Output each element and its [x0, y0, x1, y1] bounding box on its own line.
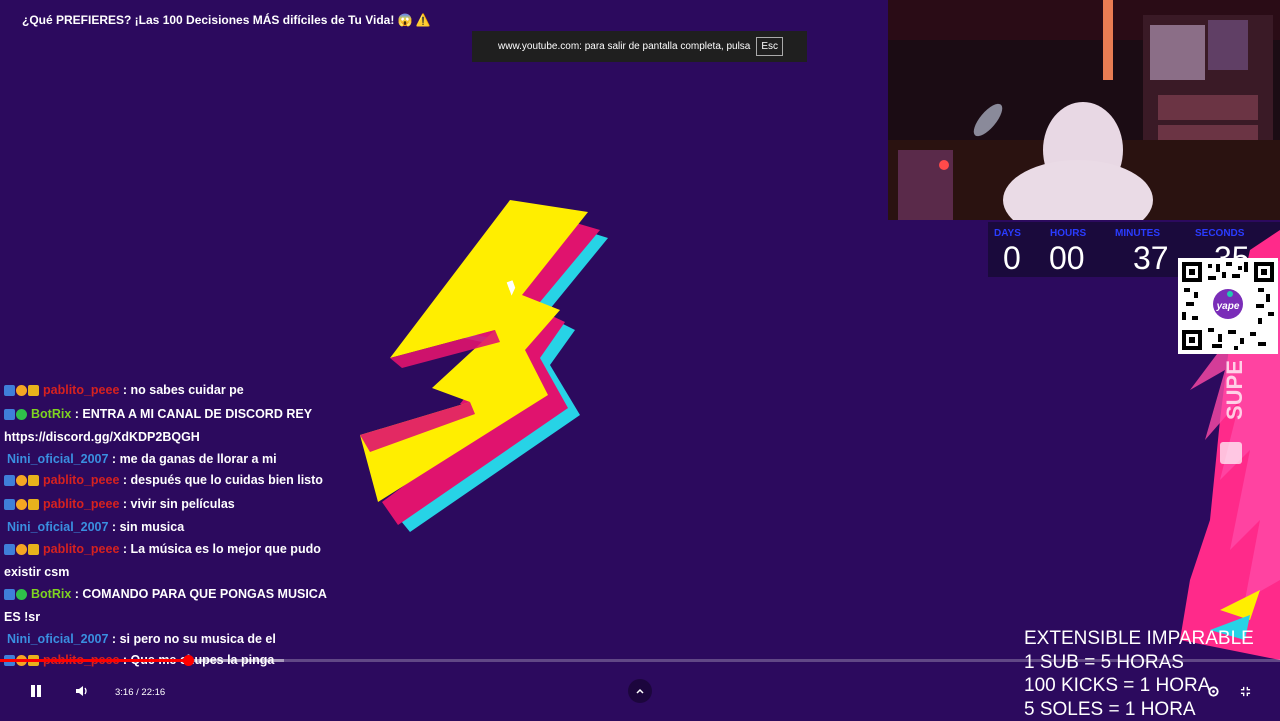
chat-separator: :: [119, 542, 130, 556]
chat-text: sin musica: [120, 520, 185, 534]
pause-icon: [29, 684, 43, 698]
blue-badge-icon: [4, 589, 15, 600]
orange-badge-icon: [16, 475, 27, 486]
banner-text: SUPE: [1222, 360, 1247, 420]
progress-bar[interactable]: [0, 659, 1280, 662]
gear-icon: [1207, 685, 1220, 698]
gold-badge-icon: [28, 499, 39, 510]
time-display: 3:16 / 22:16: [115, 687, 165, 698]
timer-hours: 00: [1049, 240, 1085, 277]
chat-badges: [4, 472, 40, 494]
chat-username[interactable]: pablito_peee: [43, 497, 119, 511]
chat-message: pablito_peee : vivir sin películas: [4, 494, 344, 518]
esc-key: Esc: [756, 37, 783, 56]
lightning-bolt-logo: [350, 190, 620, 540]
chat-badges: [4, 382, 40, 404]
chat-separator: :: [108, 452, 119, 466]
yape-logo-text: yape: [1216, 301, 1240, 312]
blue-badge-icon: [4, 385, 15, 396]
chat-message: Nini_oficial_2007 : si pero no su musica…: [4, 629, 344, 651]
green-badge-icon: [16, 409, 27, 420]
chat-message: BotRix : COMANDO PARA QUE PONGAS MUSICA …: [4, 584, 344, 629]
chat-message: Nini_oficial_2007 : me da ganas de llora…: [4, 449, 344, 471]
overlay-line: 1 SUB = 5 HORAS: [1024, 651, 1254, 675]
fullscreen-toast: www.youtube.com: para salir de pantalla …: [472, 31, 807, 62]
pause-button[interactable]: [26, 681, 46, 701]
blue-badge-icon: [4, 409, 15, 420]
gold-badge-icon: [28, 544, 39, 555]
chat-separator: :: [108, 632, 119, 646]
fullscreen-toast-text: www.youtube.com: para salir de pantalla …: [498, 41, 750, 52]
overlay-line: EXTENSIBLE IMPARABLE: [1024, 627, 1254, 651]
chat-message: pablito_peee : La música es lo mejor que…: [4, 539, 344, 584]
chat-separator: :: [108, 520, 119, 534]
current-time: 3:16: [115, 687, 134, 698]
chat-username[interactable]: pablito_peee: [43, 473, 119, 487]
chat-text: me da ganas de llorar a mi: [120, 452, 277, 466]
progress-scrubber[interactable]: [183, 655, 194, 666]
chat-username[interactable]: BotRix: [31, 407, 71, 421]
webcam-feed: [888, 0, 1280, 220]
chat-username[interactable]: Nini_oficial_2007: [7, 632, 108, 646]
video-title: ¿Qué PREFIERES? ¡Las 100 Decisiones MÁS …: [22, 13, 431, 27]
chat-panel: pablito_peee : no sabes cuidar peBotRix …: [4, 380, 344, 674]
chat-separator: :: [71, 407, 82, 421]
bolt-icon: [350, 190, 620, 540]
chat-message: pablito_peee : después que lo cuidas bie…: [4, 470, 344, 494]
webcam-scene: [888, 0, 1280, 220]
chat-separator: :: [119, 383, 130, 397]
chat-badges: [4, 496, 40, 518]
orange-badge-icon: [16, 385, 27, 396]
duration: 22:16: [141, 687, 165, 698]
timer-label-hours: HOURS: [1050, 228, 1086, 239]
volume-icon: [75, 684, 89, 698]
progress-played: [0, 659, 188, 662]
chat-badges: [4, 586, 28, 608]
chat-message: Nini_oficial_2007 : sin musica: [4, 517, 344, 539]
chat-badges: [4, 652, 40, 674]
player-controls: 3:16 / 22:16: [0, 675, 1280, 707]
chat-username[interactable]: Nini_oficial_2007: [7, 520, 108, 534]
orange-badge-icon: [16, 499, 27, 510]
chat-text: después que lo cuidas bien listo: [131, 473, 323, 487]
chat-username[interactable]: Nini_oficial_2007: [7, 452, 108, 466]
chat-badges: [4, 406, 28, 428]
chat-text: si pero no su musica de el: [120, 632, 276, 646]
blue-badge-icon: [4, 544, 15, 555]
blue-badge-icon: [4, 475, 15, 486]
more-videos-button[interactable]: [628, 679, 652, 703]
settings-button[interactable]: [1204, 681, 1222, 701]
chat-separator: :: [71, 587, 82, 601]
green-badge-icon: [16, 589, 27, 600]
timer-days: 0: [1003, 240, 1021, 277]
volume-button[interactable]: [72, 681, 92, 701]
yape-qr-code: yape: [1178, 258, 1278, 354]
exit-fullscreen-button[interactable]: [1236, 681, 1254, 701]
chat-text: vivir sin películas: [131, 497, 235, 511]
chat-username[interactable]: pablito_peee: [43, 542, 119, 556]
chat-message: pablito_peee : no sabes cuidar pe: [4, 380, 344, 404]
timer-label-days: DAYS: [994, 228, 1021, 239]
orange-badge-icon: [16, 544, 27, 555]
gold-badge-icon: [28, 475, 39, 486]
chat-badges: [4, 541, 40, 563]
chat-separator: :: [119, 497, 130, 511]
chat-message: BotRix : ENTRA A MI CANAL DE DISCORD REY…: [4, 404, 344, 449]
qr-code-icon: yape: [1178, 258, 1278, 354]
chat-text: no sabes cuidar pe: [131, 383, 244, 397]
chevron-up-icon: [635, 686, 645, 696]
gold-badge-icon: [28, 385, 39, 396]
chat-separator: :: [119, 473, 130, 487]
chat-username[interactable]: BotRix: [31, 587, 71, 601]
chat-username[interactable]: pablito_peee: [43, 383, 119, 397]
blue-badge-icon: [4, 499, 15, 510]
exit-fullscreen-icon: [1240, 686, 1251, 697]
